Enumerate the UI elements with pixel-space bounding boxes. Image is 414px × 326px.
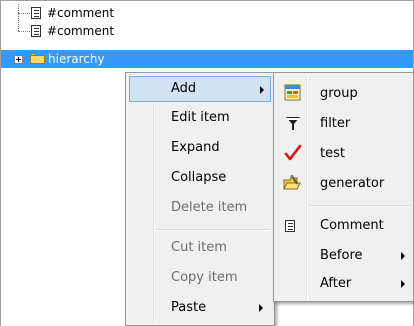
document-icon: [285, 220, 295, 232]
menu-item-add[interactable]: Add: [129, 76, 271, 102]
submenu-arrow-icon: [401, 252, 405, 260]
menu-item-filter[interactable]: filter: [277, 111, 411, 137]
window-border-top: [0, 0, 414, 1]
submenu-arrow-icon: [401, 280, 405, 288]
menu-item-comment[interactable]: Comment: [277, 213, 411, 239]
menu-item-copy-item: Copy item: [171, 270, 238, 285]
checkmark-icon: [284, 144, 302, 161]
menu-item-cut-item: Cut item: [171, 240, 227, 255]
window-border-left: [0, 0, 1, 326]
menu-item-test[interactable]: test: [277, 141, 411, 167]
context-menu: Add Edit item Expand Collapse Delete ite…: [125, 72, 275, 326]
expand-icon[interactable]: [14, 55, 23, 64]
tree-item-comment[interactable]: #comment: [0, 4, 412, 22]
menu-item-before[interactable]: Before: [277, 243, 411, 269]
menu-item-after[interactable]: After: [277, 271, 411, 297]
group-icon: [284, 84, 301, 101]
menu-item-edit-item[interactable]: Edit item: [129, 105, 271, 131]
menu-separator: [309, 205, 410, 207]
tree-item-label: hierarchy: [48, 52, 105, 66]
menu-separator: [156, 229, 270, 231]
generator-icon: [283, 174, 301, 190]
menu-item-paste[interactable]: Paste: [129, 295, 271, 321]
menu-item-expand[interactable]: Expand: [129, 135, 271, 161]
document-icon: [31, 25, 41, 37]
filter-icon: [286, 117, 300, 130]
folder-icon: [30, 53, 45, 64]
add-submenu: group filter test generator Comment Befo…: [273, 72, 414, 302]
tree-item-label: #comment: [47, 24, 115, 38]
menu-item-delete-item: Delete item: [171, 200, 248, 215]
menu-item-generator[interactable]: generator: [277, 171, 411, 197]
tree-item-comment[interactable]: #comment: [0, 22, 412, 40]
tree-item-label: #comment: [47, 6, 115, 20]
submenu-arrow-icon: [259, 304, 263, 312]
submenu-arrow-icon: [260, 86, 264, 94]
document-icon: [31, 7, 41, 19]
tree-item-hierarchy[interactable]: hierarchy: [1, 50, 413, 68]
menu-item-collapse[interactable]: Collapse: [129, 165, 271, 191]
menu-item-group[interactable]: group: [277, 81, 411, 107]
